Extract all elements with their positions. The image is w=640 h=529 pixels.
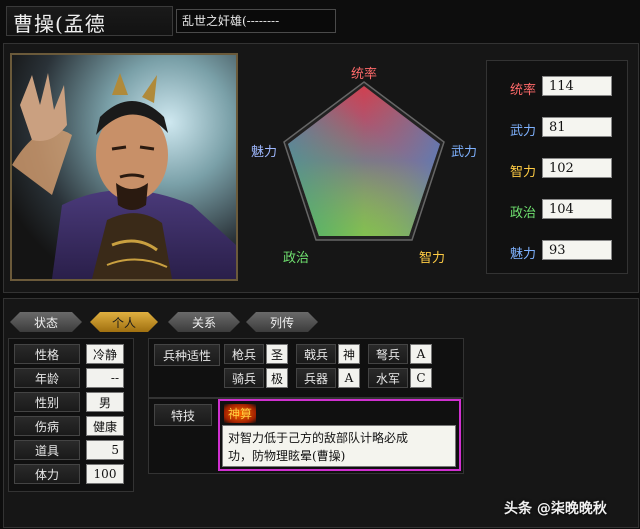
- aptitude-label-spear: 枪兵: [224, 344, 264, 364]
- radar-label-left: 魅力: [251, 145, 277, 160]
- portrait-frame: [10, 53, 238, 281]
- stat-label-charm: 魅力: [509, 247, 536, 262]
- stat-value-leadership: 114: [542, 76, 612, 96]
- personal-label-stamina: 体力: [14, 464, 80, 484]
- radar-label-right: 武力: [451, 145, 477, 160]
- tab-status[interactable]: 状态: [10, 312, 82, 332]
- radar-label-bottom-right: 智力: [419, 251, 445, 266]
- aptitude-value-siege: A: [338, 368, 360, 388]
- tab-biography[interactable]: 列传: [246, 312, 318, 332]
- personal-label-gender: 性别: [14, 392, 80, 412]
- watermark: 头条 @柒晚晚秋: [504, 501, 607, 517]
- stat-label-war: 武力: [509, 124, 536, 139]
- skill-description-line1: 对智力低于己方的敌部队计略必成: [228, 431, 409, 445]
- personal-value-age: --: [86, 368, 124, 388]
- personal-value-items: 5: [86, 440, 124, 460]
- general-title: 乱世之奸雄(--------: [182, 14, 280, 28]
- personal-label-age: 年龄: [14, 368, 80, 388]
- stat-label-politics: 政治: [509, 206, 536, 221]
- aptitude-value-cavalry: 极: [266, 368, 288, 388]
- aptitude-label-cavalry: 骑兵: [224, 368, 264, 388]
- radar-label-top: 统率: [351, 66, 377, 82]
- personal-label-items: 道具: [14, 440, 80, 460]
- personal-value-personality: 冷静: [86, 344, 124, 364]
- stat-label-leadership: 统率: [509, 83, 536, 98]
- personal-value-gender: 男: [86, 392, 124, 412]
- skill-name: 神算: [224, 404, 257, 423]
- aptitude-label-navy: 水军: [368, 368, 408, 388]
- stat-value-charm: 93: [542, 240, 612, 260]
- personal-value-stamina: 100: [86, 464, 124, 484]
- portrait-image: [12, 55, 236, 279]
- stat-label-intelligence: 智力: [509, 165, 536, 180]
- personal-label-personality: 性格: [14, 344, 80, 364]
- aptitude-value-navy: C: [410, 368, 432, 388]
- personal-value-injury: 健康: [86, 416, 124, 436]
- radar-label-bottom-left: 政治: [283, 251, 309, 266]
- aptitude-label-halberd: 戟兵: [296, 344, 336, 364]
- stat-value-politics: 104: [542, 199, 612, 219]
- personal-label-injury: 伤病: [14, 416, 80, 436]
- skill-description-line2: 功，防物理眩晕(曹操): [228, 449, 346, 463]
- aptitude-title: 兵种适性: [154, 344, 220, 366]
- tab-personal[interactable]: 个人: [90, 312, 158, 332]
- stat-value-intelligence: 102: [542, 158, 612, 178]
- aptitude-label-crossbow: 弩兵: [368, 344, 408, 364]
- stat-value-war: 81: [542, 117, 612, 137]
- aptitude-value-spear: 圣: [266, 344, 288, 364]
- aptitude-label-siege: 兵器: [296, 368, 336, 388]
- tab-relations[interactable]: 关系: [168, 312, 240, 332]
- aptitude-value-crossbow: A: [410, 344, 432, 364]
- stat-radar-chart: 统率 武力 智力 政治 魅力: [251, 66, 477, 266]
- skill-title: 特技: [154, 404, 212, 426]
- aptitude-value-halberd: 神: [338, 344, 360, 364]
- general-name: 曹操(孟德: [13, 12, 106, 36]
